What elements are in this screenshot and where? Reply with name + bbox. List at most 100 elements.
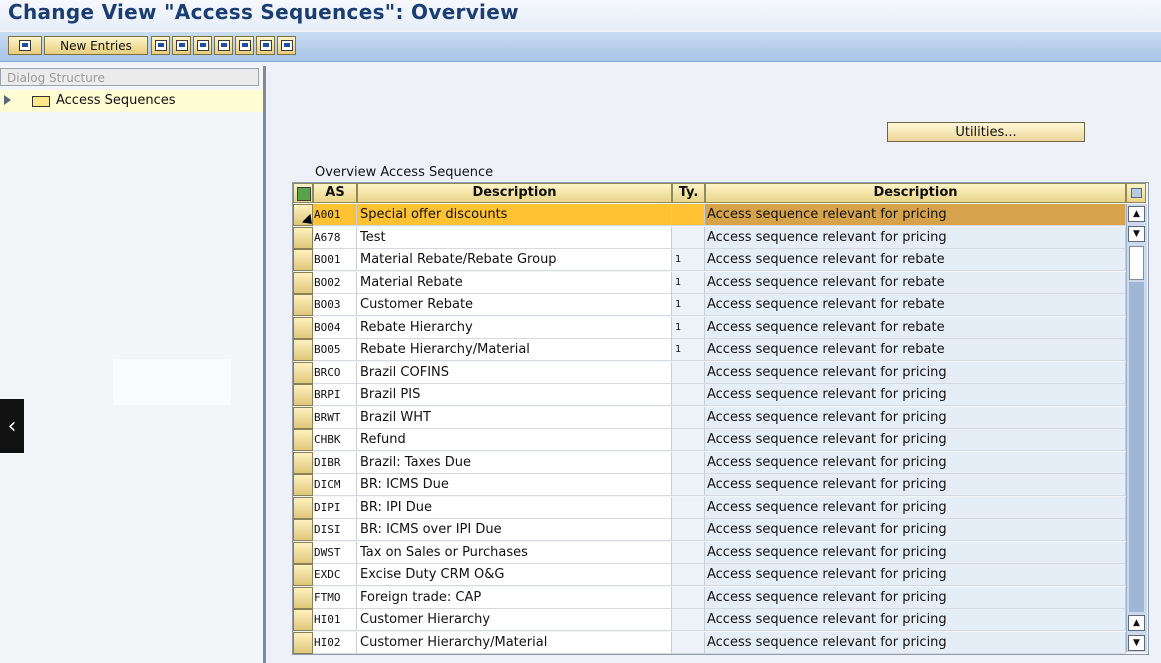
table-row[interactable]: BO02 Material Rebate 1 Access sequence rele… [293, 271, 1126, 294]
expand-arrow-icon[interactable] [4, 95, 11, 105]
new-entries-button[interactable]: New Entries [44, 36, 148, 55]
cell-description: Rebate Hierarchy/Material [357, 339, 672, 361]
row-selector[interactable] [293, 474, 313, 496]
select-block-button[interactable] [235, 36, 254, 55]
utilities-button[interactable]: Utilities... [887, 122, 1085, 142]
row-selector[interactable] [293, 541, 313, 564]
cell-type[interactable] [672, 496, 705, 519]
page-up-icon[interactable]: ▼ [1128, 226, 1145, 242]
chevron-left-icon[interactable]: ‹ [0, 399, 24, 453]
column-header-as[interactable]: AS [313, 183, 357, 203]
table-row[interactable]: EXDC Excise Duty CRM O&G Access sequence r… [293, 564, 1126, 586]
table-row[interactable]: HI01 Customer Hierarchy Access sequence re… [293, 609, 1126, 631]
cell-type[interactable] [672, 451, 705, 474]
table-row[interactable]: HI02 Customer Hierarchy/Material Access se… [293, 631, 1126, 654]
table-row[interactable]: BRCO Brazil COFINS Access sequence relevan… [293, 361, 1126, 384]
select-all-button[interactable] [214, 36, 233, 55]
cell-description-2: Access sequence relevant for pricing [705, 564, 1126, 586]
print-button[interactable] [277, 36, 296, 55]
row-selector[interactable] [293, 451, 313, 474]
table-row[interactable]: A001 Special offer discounts Access sequen… [293, 204, 1126, 226]
cell-type[interactable] [672, 429, 705, 451]
row-selector[interactable] [293, 226, 313, 249]
select-all-rows-cell[interactable] [293, 183, 313, 203]
table-row[interactable]: CHBK Refund Access sequence relevant for p… [293, 429, 1126, 451]
row-selector[interactable] [293, 294, 313, 316]
row-selector[interactable] [293, 609, 313, 631]
cell-as: CHBK [313, 429, 357, 451]
cell-type[interactable] [672, 361, 705, 384]
cell-as: BO03 [313, 294, 357, 316]
page-down-icon[interactable]: ▲ [1128, 615, 1145, 631]
table-row[interactable]: A678 Test Access sequence relevant for pri… [293, 226, 1126, 249]
cell-type[interactable] [672, 609, 705, 631]
tree-node-access-sequences[interactable]: Access Sequences [0, 90, 263, 112]
table-row[interactable]: DIBR Brazil: Taxes Due Access sequence rel… [293, 451, 1126, 474]
cell-description: Special offer discounts [357, 204, 672, 226]
row-selector[interactable] [293, 586, 313, 609]
deselect-all-button[interactable] [256, 36, 275, 55]
cell-type[interactable] [672, 519, 705, 541]
table-row[interactable]: BO03 Customer Rebate 1 Access sequence rele… [293, 294, 1126, 316]
row-selector[interactable] [293, 631, 313, 654]
row-selector[interactable] [293, 564, 313, 586]
table-row[interactable]: BRPI Brazil PIS Access sequence relevant f… [293, 384, 1126, 406]
row-selector[interactable] [293, 429, 313, 451]
column-header-description-2[interactable]: Description [705, 183, 1126, 203]
cell-type[interactable]: 1 [672, 271, 705, 294]
cell-type[interactable] [672, 586, 705, 609]
cell-type[interactable] [672, 631, 705, 654]
row-selector[interactable] [293, 361, 313, 384]
row-selector[interactable] [293, 271, 313, 294]
cell-as: BRWT [313, 406, 357, 429]
scroll-track[interactable] [1129, 282, 1144, 612]
undo-change-button[interactable] [193, 36, 212, 55]
overview-table: AS Description Ty. Description A001 Speci… [292, 182, 1149, 655]
table-row[interactable]: BRWT Brazil WHT Access sequence relevant f… [293, 406, 1126, 429]
cell-type[interactable]: 1 [672, 339, 705, 361]
cell-as: A001 [313, 204, 357, 226]
row-selector[interactable] [293, 406, 313, 429]
scroll-down-icon[interactable]: ▼ [1128, 635, 1145, 651]
cell-type[interactable]: 1 [672, 316, 705, 339]
vertical-scrollbar[interactable]: ▲ ▼ ▲ ▼ [1126, 204, 1147, 652]
table-row[interactable]: DICM BR: ICMS Due Access sequence relevant… [293, 474, 1126, 496]
cell-type[interactable]: 1 [672, 294, 705, 316]
display-change-button[interactable] [8, 36, 42, 55]
row-selector[interactable] [293, 384, 313, 406]
cell-type[interactable] [672, 384, 705, 406]
row-selector[interactable] [293, 249, 313, 271]
cell-type[interactable]: 1 [672, 249, 705, 271]
column-header-type[interactable]: Ty. [672, 183, 705, 203]
cell-description: Customer Rebate [357, 294, 672, 316]
cell-type[interactable] [672, 474, 705, 496]
delete-button[interactable] [172, 36, 191, 55]
table-row[interactable]: BO01 Material Rebate/Rebate Group 1 Access … [293, 249, 1126, 271]
cell-type[interactable] [672, 541, 705, 564]
cell-type[interactable] [672, 204, 705, 226]
scroll-thumb[interactable] [1129, 246, 1144, 280]
cell-type[interactable] [672, 564, 705, 586]
delete-icon [175, 40, 188, 51]
copy-as-button[interactable] [151, 36, 170, 55]
cell-as: DIPI [313, 496, 357, 519]
cell-description-2: Access sequence relevant for pricing [705, 226, 1126, 249]
table-row[interactable]: DISI BR: ICMS over IPI Due Access sequence… [293, 519, 1126, 541]
table-row[interactable]: DIPI BR: IPI Due Access sequence relevant … [293, 496, 1126, 519]
cell-type[interactable] [672, 406, 705, 429]
row-selector[interactable] [293, 496, 313, 519]
row-selector[interactable] [293, 339, 313, 361]
cell-description-2: Access sequence relevant for pricing [705, 451, 1126, 474]
row-selector[interactable] [293, 316, 313, 339]
cell-as: BRCO [313, 361, 357, 384]
table-row[interactable]: BO04 Rebate Hierarchy 1 Access sequence rel… [293, 316, 1126, 339]
table-settings-icon[interactable] [1126, 183, 1146, 203]
cell-type[interactable] [672, 226, 705, 249]
column-header-description[interactable]: Description [357, 183, 672, 203]
table-row[interactable]: BO05 Rebate Hierarchy/Material 1 Access seq… [293, 339, 1126, 361]
select-block-icon [238, 40, 251, 51]
row-selector[interactable] [293, 519, 313, 541]
scroll-up-icon[interactable]: ▲ [1128, 206, 1145, 222]
table-row[interactable]: DWST Tax on Sales or Purchases Access sequ… [293, 541, 1126, 564]
table-row[interactable]: FTMO Foreign trade: CAP Access sequence re… [293, 586, 1126, 609]
